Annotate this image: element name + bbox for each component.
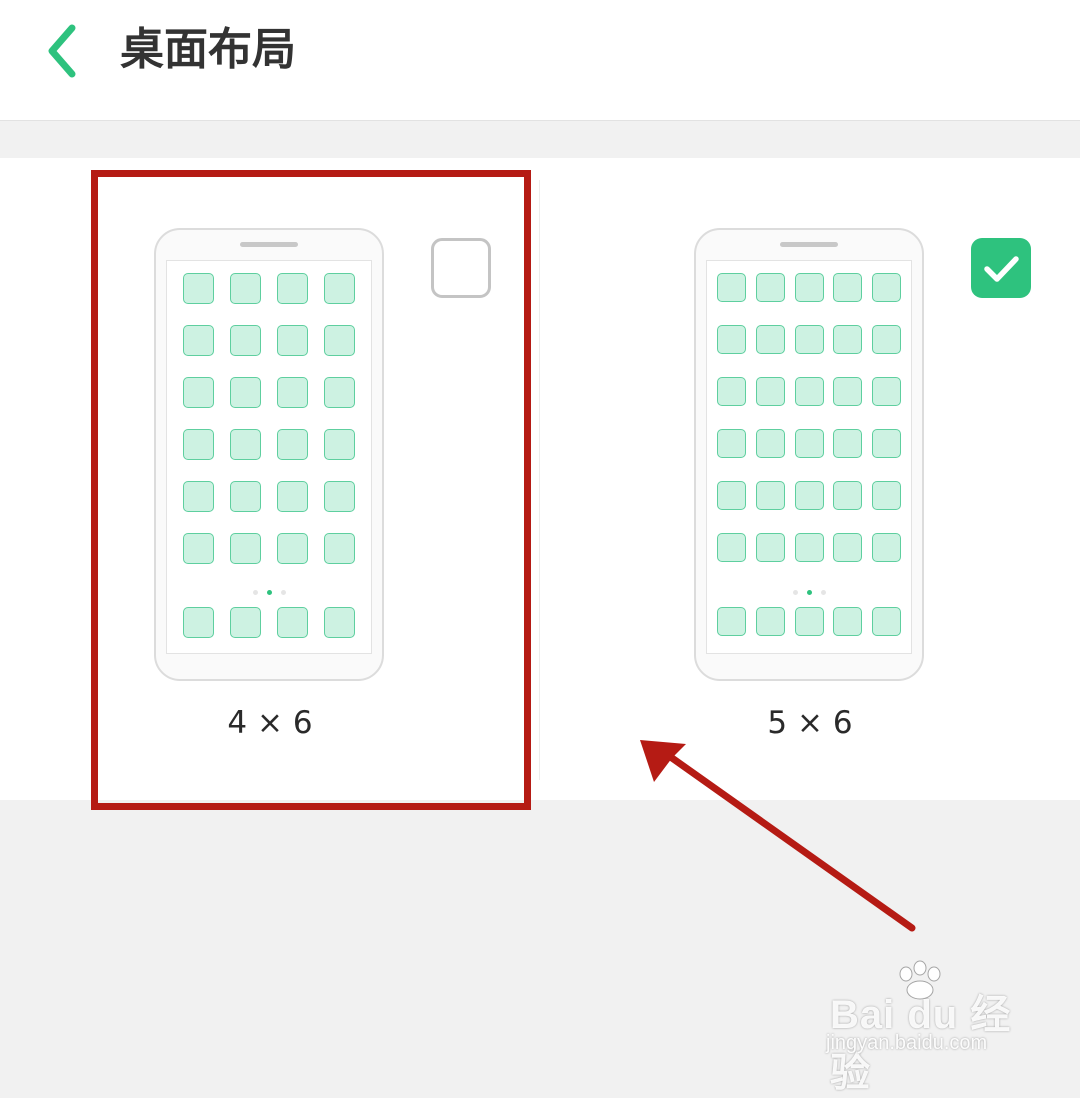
app-icon-tile — [324, 429, 355, 460]
app-icon-tile — [833, 533, 863, 562]
layout-4x6-checkbox[interactable] — [431, 238, 491, 298]
checkmark-icon — [984, 256, 1019, 282]
phone-speaker — [240, 242, 298, 247]
app-icon-tile — [755, 273, 785, 302]
app-icon-tile — [833, 273, 863, 302]
layout-option-label: 5 × 6 — [767, 705, 853, 741]
app-icon-tile — [716, 325, 746, 354]
app-icon-tile — [230, 273, 261, 304]
layout-options-panel: 4 × 6 5 × 6 — [0, 158, 1080, 800]
app-icon-tile — [277, 429, 308, 460]
paw-logo-icon — [899, 960, 941, 1000]
app-icon-tile — [833, 429, 863, 458]
page-title: 桌面布局 — [120, 24, 296, 75]
page-indicator-dot — [792, 590, 798, 595]
dock-icon-tile — [324, 607, 355, 638]
app-icon-tile — [755, 429, 785, 458]
app-icon-tile — [183, 377, 214, 408]
app-icon-tile — [230, 429, 261, 460]
app-icon-tile — [794, 273, 824, 302]
layout-option-4x6[interactable]: 4 × 6 — [0, 158, 540, 800]
layout-option-5x6[interactable]: 5 × 6 — [540, 158, 1080, 800]
app-icon-tile — [277, 377, 308, 408]
app-icon-tile — [833, 481, 863, 510]
page-indicator-dot — [266, 590, 272, 595]
phone-speaker — [780, 242, 838, 247]
app-icon-tile — [183, 273, 214, 304]
layout-5x6-checkbox[interactable] — [971, 238, 1031, 298]
app-icon-tile — [324, 481, 355, 512]
app-icon-tile — [324, 533, 355, 564]
dock-icon-tile — [183, 607, 214, 638]
app-icon-tile — [833, 377, 863, 406]
page-indicator-dot — [806, 590, 812, 595]
app-icon-tile — [183, 533, 214, 564]
app-icon-tile — [794, 377, 824, 406]
app-icon-tile — [872, 429, 902, 458]
app-icon-tile — [230, 533, 261, 564]
app-icon-tile — [755, 481, 785, 510]
app-icon-tile — [277, 533, 308, 564]
app-icon-tile — [324, 273, 355, 304]
app-icon-tile — [794, 325, 824, 354]
app-icon-tile — [230, 481, 261, 512]
app-icon-tile — [794, 429, 824, 458]
back-button[interactable] — [30, 16, 100, 86]
app-icon-tile — [716, 377, 746, 406]
phone-preview — [694, 228, 924, 681]
app-icon-tile — [324, 325, 355, 356]
app-icon-tile — [183, 325, 214, 356]
app-icon-tile — [277, 273, 308, 304]
layout-option-label: 4 × 6 — [227, 705, 313, 741]
app-icon-tile — [716, 273, 746, 302]
app-icon-tile — [833, 325, 863, 354]
app-icon-tile — [872, 273, 902, 302]
phone-screen — [706, 260, 912, 654]
app-icon-tile — [755, 325, 785, 354]
watermark-url: jingyan.baidu.com — [826, 1032, 988, 1054]
app-icon-tile — [794, 533, 824, 562]
app-icon-tile — [277, 481, 308, 512]
phone-screen — [166, 260, 372, 654]
app-icon-tile — [277, 325, 308, 356]
page-indicator-dot — [252, 590, 258, 595]
app-icon-tile — [716, 533, 746, 562]
chevron-left-icon — [48, 24, 76, 78]
app-icon-tile — [183, 429, 214, 460]
app-icon-tile — [755, 533, 785, 562]
page-indicator-dot — [280, 590, 286, 595]
watermark-brand: Bai du 经验 — [830, 993, 1012, 1095]
app-icon-tile — [755, 377, 785, 406]
dock-icon-tile — [872, 607, 902, 636]
page-indicator-dot — [820, 590, 826, 595]
dock-icon-tile — [277, 607, 308, 638]
dock-icon-tile — [230, 607, 261, 638]
dock-icon-tile — [794, 607, 824, 636]
app-icon-tile — [183, 481, 214, 512]
app-icon-tile — [230, 325, 261, 356]
app-icon-tile — [872, 325, 902, 354]
app-icon-tile — [324, 377, 355, 408]
top-app-bar: 桌面布局 — [0, 0, 1080, 121]
dock-icon-tile — [716, 607, 746, 636]
app-icon-tile — [794, 481, 824, 510]
phone-preview — [154, 228, 384, 681]
app-icon-tile — [872, 377, 902, 406]
app-icon-tile — [872, 533, 902, 562]
dock-icon-tile — [833, 607, 863, 636]
app-icon-tile — [230, 377, 261, 408]
app-icon-tile — [716, 481, 746, 510]
dock-icon-tile — [755, 607, 785, 636]
baidu-jingyan-watermark: Bai du 经验 jingyan.baidu.com — [826, 960, 1046, 1095]
app-icon-tile — [716, 429, 746, 458]
app-icon-tile — [872, 481, 902, 510]
